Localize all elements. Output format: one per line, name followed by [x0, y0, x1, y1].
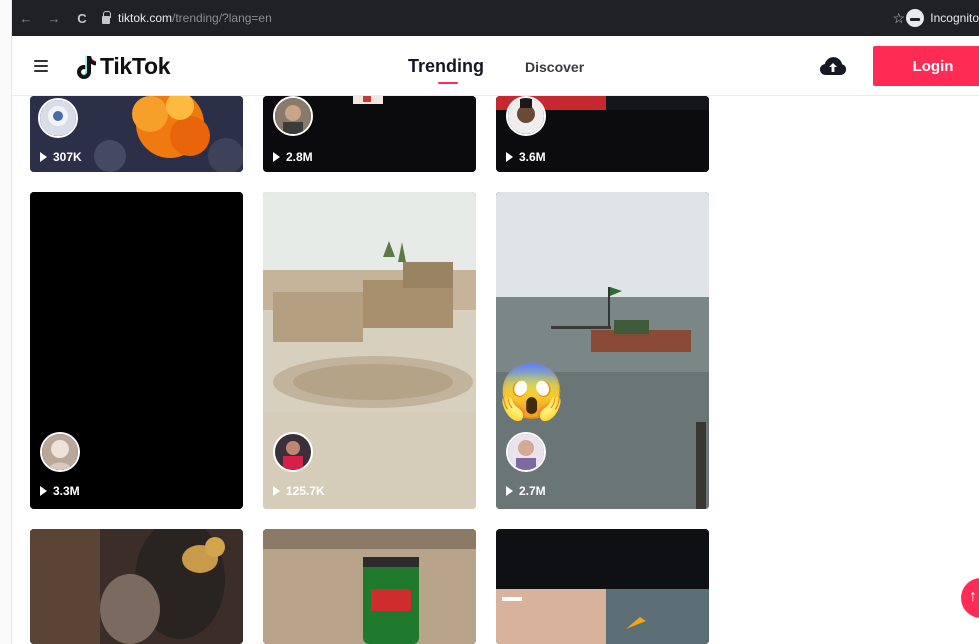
login-button[interactable]: Login [873, 46, 979, 86]
play-icon [273, 152, 280, 162]
back-to-top-button[interactable]: ↑ [961, 578, 979, 618]
app-root: ← → C tiktok.com /trending/?lang=en ☆ In… [0, 0, 979, 644]
tiktok-logo[interactable]: TikTok [74, 53, 171, 80]
view-count-text: 125.7K [286, 484, 325, 498]
video-card[interactable] [496, 529, 709, 644]
view-count: 2.7M [506, 484, 546, 498]
address-bar[interactable]: tiktok.com /trending/?lang=en [102, 7, 272, 29]
creator-avatar[interactable] [273, 96, 313, 136]
play-icon [506, 486, 513, 496]
reload-icon[interactable]: C [72, 11, 92, 26]
video-thumbnail [263, 529, 476, 644]
view-count-text: 3.3M [53, 484, 80, 498]
video-thumbnail [496, 529, 709, 644]
video-card[interactable]: 3.6M [496, 96, 709, 172]
creator-avatar[interactable] [273, 432, 313, 472]
creator-avatar[interactable] [506, 96, 546, 136]
creator-avatar[interactable] [38, 98, 78, 138]
video-card[interactable]: 😱 2.7M [496, 192, 709, 509]
site-header: TikTok Trending Discover Login [12, 36, 979, 96]
play-icon [273, 486, 280, 496]
logo-text: TikTok [100, 53, 171, 79]
incognito-icon [906, 9, 925, 27]
play-icon [40, 486, 47, 496]
view-count-text: 307K [53, 150, 82, 164]
active-tab-indicator [438, 82, 458, 84]
upload-cloud-icon[interactable] [819, 56, 847, 76]
back-icon[interactable]: ← [16, 11, 36, 26]
tiktok-note-icon [77, 55, 96, 79]
video-card[interactable] [30, 529, 243, 644]
shocked-emoji: 😱 [498, 362, 566, 422]
video-thumbnail [30, 529, 243, 644]
creator-avatar[interactable] [506, 432, 546, 472]
play-icon [40, 152, 47, 162]
lock-icon [102, 11, 111, 24]
url-host: tiktok.com [118, 11, 173, 25]
bookmark-star-icon[interactable]: ☆ [892, 10, 905, 27]
video-card[interactable]: 2.8M [263, 96, 476, 172]
video-card[interactable] [263, 529, 476, 644]
window-edge [0, 0, 12, 644]
url-path: /trending/?lang=en [172, 11, 272, 25]
tab-discover[interactable]: Discover [525, 59, 584, 75]
video-card[interactable]: 125.7K [263, 192, 476, 509]
view-count: 307K [40, 150, 82, 164]
video-card[interactable]: 307K [30, 96, 243, 172]
tab-trending[interactable]: Trending [408, 56, 484, 77]
view-count: 125.7K [273, 484, 325, 498]
incognito-indicator[interactable]: Incognito [906, 9, 979, 27]
forward-icon[interactable]: → [44, 11, 64, 26]
view-count: 3.3M [40, 484, 80, 498]
view-count: 2.8M [273, 150, 313, 164]
view-count-text: 3.6M [519, 150, 546, 164]
browser-toolbar: ← → C tiktok.com /trending/?lang=en ☆ In… [12, 0, 979, 36]
view-count-text: 2.8M [286, 150, 313, 164]
video-card[interactable]: 3.3M [30, 192, 243, 509]
arrow-up-icon: ↑ [969, 588, 977, 605]
play-icon [506, 152, 513, 162]
view-count: 3.6M [506, 150, 546, 164]
view-count-text: 2.7M [519, 484, 546, 498]
creator-avatar[interactable] [40, 432, 80, 472]
hamburger-menu-icon[interactable] [34, 60, 48, 72]
incognito-label: Incognito [930, 11, 979, 25]
